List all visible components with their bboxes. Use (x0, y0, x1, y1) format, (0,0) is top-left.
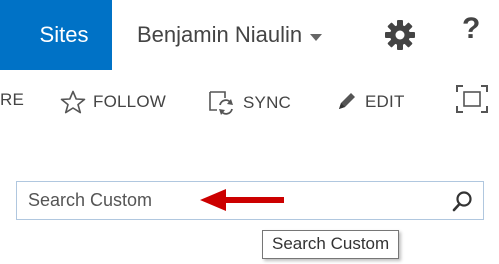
sync-button[interactable]: SYNC (208, 90, 291, 116)
sites-tab[interactable]: Sites (0, 0, 112, 70)
chevron-down-icon (310, 33, 323, 41)
help-icon[interactable]: ? (462, 12, 480, 46)
sync-label: SYNC (243, 93, 292, 112)
gear-icon[interactable] (385, 20, 415, 50)
user-menu[interactable]: Benjamin Niaulin (137, 0, 323, 70)
follow-label: FOLLOW (93, 92, 166, 111)
sharepoint-page: Sites Benjamin Niaulin ? RE FOLLOW SYNC … (0, 0, 499, 264)
follow-button[interactable]: FOLLOW (60, 90, 166, 114)
share-label: RE (0, 90, 25, 109)
sites-tab-label: Sites (39, 22, 89, 47)
search-tooltip: Search Custom (262, 230, 400, 259)
search-icon[interactable] (451, 189, 475, 213)
edit-button[interactable]: EDIT (334, 90, 405, 114)
annotation-arrow-icon (200, 189, 284, 211)
focus-content-button[interactable] (455, 84, 489, 114)
focus-icon (456, 85, 488, 113)
user-name: Benjamin Niaulin (137, 22, 303, 47)
edit-label: EDIT (365, 92, 405, 111)
action-bar: RE FOLLOW SYNC EDIT (0, 80, 499, 124)
pencil-icon (339, 93, 355, 109)
sync-icon (209, 91, 233, 115)
star-icon (60, 90, 86, 114)
suite-bar: Sites Benjamin Niaulin ? (0, 0, 499, 70)
share-button[interactable]: RE (0, 90, 24, 110)
